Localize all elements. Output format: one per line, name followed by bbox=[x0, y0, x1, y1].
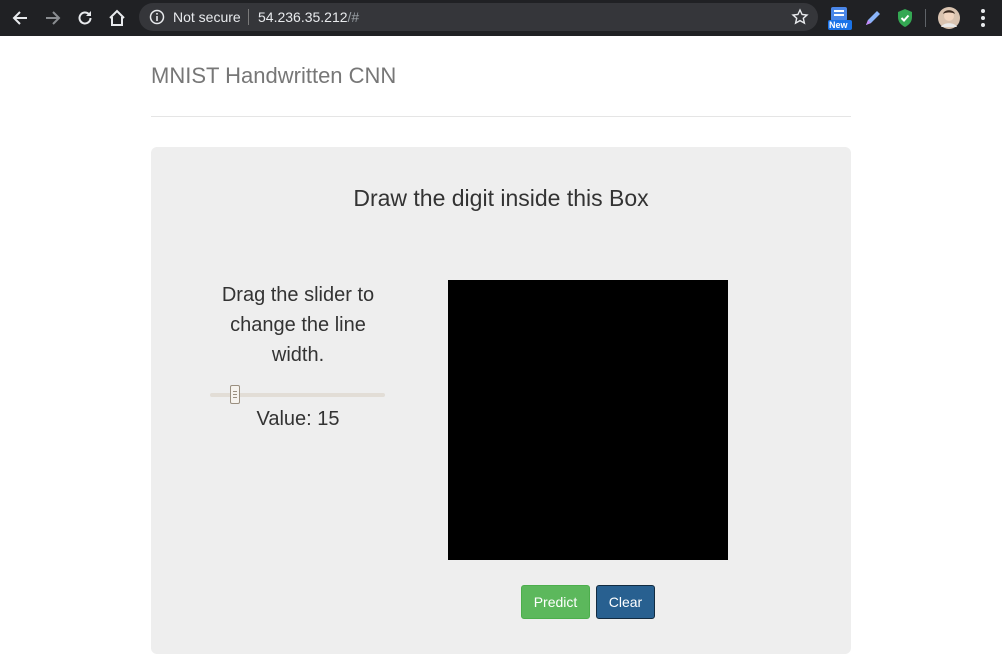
extension-new-icon[interactable]: New bbox=[828, 6, 852, 30]
pen-extension-icon[interactable] bbox=[861, 6, 885, 30]
address-separator bbox=[248, 9, 249, 25]
slider-handle[interactable] bbox=[230, 385, 240, 404]
reload-icon[interactable] bbox=[74, 7, 96, 29]
url-text[interactable]: 54.236.35.212/# bbox=[258, 9, 359, 25]
toolbar-separator bbox=[925, 9, 926, 27]
shield-extension-icon[interactable] bbox=[893, 6, 917, 30]
security-label: Not secure bbox=[173, 9, 241, 25]
star-icon[interactable] bbox=[791, 8, 809, 26]
drawing-panel: Draw the digit inside this Box Drag the … bbox=[151, 147, 851, 654]
panel-heading: Draw the digit inside this Box bbox=[353, 185, 649, 211]
url-host: 54.236.35.212 bbox=[258, 9, 348, 25]
back-icon[interactable] bbox=[9, 7, 31, 29]
forward-icon[interactable] bbox=[42, 7, 64, 29]
header-divider bbox=[151, 116, 851, 117]
profile-avatar[interactable] bbox=[937, 6, 961, 30]
page-title: MNIST Handwritten CNN bbox=[151, 63, 397, 88]
browser-toolbar: Not secure 54.236.35.212/# New bbox=[0, 0, 1002, 36]
clear-button[interactable]: Clear bbox=[596, 585, 655, 619]
slider-value-display: Value: 15 bbox=[203, 408, 393, 431]
address-bar[interactable]: Not secure 54.236.35.212/# bbox=[139, 3, 818, 31]
extension-badge-label: New bbox=[829, 20, 848, 30]
url-path: /# bbox=[347, 9, 360, 25]
home-icon[interactable] bbox=[106, 7, 128, 29]
info-icon[interactable] bbox=[149, 9, 165, 25]
drawing-canvas[interactable] bbox=[448, 280, 728, 560]
slider-value-label: Value: bbox=[256, 408, 312, 430]
slider-value: 15 bbox=[317, 408, 340, 430]
slider-instructions: Drag the slider to change the line width… bbox=[221, 284, 375, 366]
predict-button[interactable]: Predict bbox=[521, 585, 590, 619]
menu-dots-icon[interactable] bbox=[971, 6, 995, 30]
